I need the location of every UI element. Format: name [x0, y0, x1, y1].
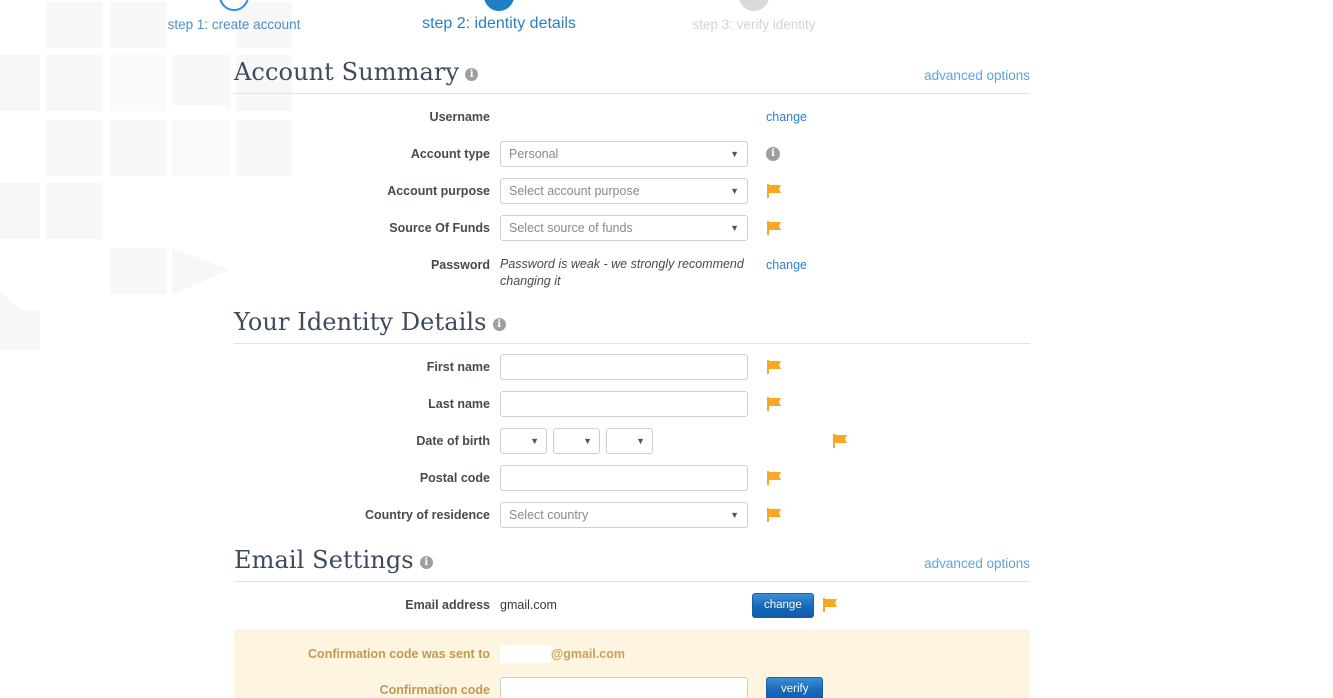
country-select[interactable]: Select country ▼ [500, 502, 748, 528]
row-country-of-residence: Country of residence Select country ▼ [234, 502, 1030, 528]
chevron-down-icon: ▼ [730, 179, 739, 203]
account-type-value: Personal [509, 142, 739, 166]
chevron-down-icon: ▼ [530, 429, 539, 453]
chevron-down-icon: ▼ [636, 429, 645, 453]
confirmation-sent-label: Confirmation code was sent to [234, 641, 500, 667]
dob-day-select[interactable]: ▼ [500, 428, 547, 454]
postal-code-label: Postal code [234, 465, 500, 491]
confirmation-code-input[interactable] [500, 677, 748, 698]
redacted-email-local-part [500, 645, 551, 663]
chevron-down-icon: ▼ [583, 429, 592, 453]
first-name-label: First name [234, 354, 500, 380]
email-change-button[interactable]: change [752, 593, 814, 618]
source-of-funds-select[interactable]: Select source of funds ▼ [500, 215, 748, 241]
dob-month-select[interactable]: ▼ [553, 428, 600, 454]
first-name-input[interactable] [500, 354, 748, 380]
account-summary-header: Account Summary i advanced options [234, 58, 1030, 94]
country-label: Country of residence [234, 502, 500, 528]
email-address-value: gmail.com [500, 592, 690, 618]
flag-icon [766, 396, 783, 412]
account-summary-form: Username change Account type Personal ▼ [234, 94, 1030, 290]
progress-stepper: 1 step 1: create account 2 step 2: ident… [234, 0, 1030, 40]
flag-icon [766, 359, 783, 375]
identity-details-title: Your Identity Details [234, 308, 487, 336]
flag-icon [766, 220, 783, 236]
page-root: 1 step 1: create account 2 step 2: ident… [0, 0, 1333, 698]
step-2-circle: 2 [484, 0, 514, 11]
account-summary-advanced-options-link[interactable]: advanced options [924, 68, 1030, 83]
step-3-label: step 3: verify identity [644, 17, 864, 32]
row-source-of-funds: Source Of Funds Select source of funds ▼ [234, 215, 1030, 241]
flag-icon [832, 433, 849, 449]
flag-icon [822, 597, 839, 613]
step-3-circle: 3 [739, 0, 769, 11]
step-1-circle: 1 [219, 0, 249, 11]
row-account-type: Account type Personal ▼ i [234, 141, 1030, 167]
source-of-funds-label: Source Of Funds [234, 215, 500, 241]
identity-details-form: First name Last name [234, 344, 1030, 528]
row-confirmation-sent: Confirmation code was sent to @gmail.com [234, 641, 1030, 667]
source-of-funds-value: Select source of funds [509, 216, 739, 240]
info-icon[interactable]: i [465, 68, 478, 81]
confirmation-sent-email: @gmail.com [551, 641, 625, 667]
account-summary-title: Account Summary [234, 58, 459, 86]
account-purpose-select[interactable]: Select account purpose ▼ [500, 178, 748, 204]
chevron-down-icon: ▼ [730, 216, 739, 240]
row-first-name: First name [234, 354, 1030, 380]
account-type-label: Account type [234, 141, 500, 167]
step-1-label: step 1: create account [124, 17, 344, 32]
last-name-input[interactable] [500, 391, 748, 417]
email-address-label: Email address [234, 592, 500, 618]
info-icon[interactable]: i [493, 318, 506, 331]
username-label: Username [234, 104, 500, 130]
confirmation-code-label: Confirmation code [234, 677, 500, 698]
info-icon[interactable]: i [420, 556, 433, 569]
email-settings-form: Email address gmail.com change [234, 582, 1030, 618]
row-confirmation-code: Confirmation code verify [234, 677, 1030, 698]
last-name-label: Last name [234, 391, 500, 417]
date-of-birth-label: Date of birth [234, 428, 500, 454]
step-3-number: 3 [741, 0, 767, 9]
password-strength-note: Password is weak - we strongly recommend… [500, 252, 750, 290]
email-settings-header: Email Settings i advanced options [234, 546, 1030, 582]
step-2-number: 2 [486, 0, 512, 9]
postal-code-input[interactable] [500, 465, 748, 491]
username-change-link[interactable]: change [766, 104, 807, 130]
password-label: Password [234, 252, 500, 278]
row-last-name: Last name [234, 391, 1030, 417]
dob-year-select[interactable]: ▼ [606, 428, 653, 454]
country-value: Select country [509, 503, 739, 527]
flag-icon [766, 507, 783, 523]
chevron-down-icon: ▼ [730, 503, 739, 527]
row-account-purpose: Account purpose Select account purpose ▼ [234, 178, 1030, 204]
account-type-select[interactable]: Personal ▼ [500, 141, 748, 167]
password-change-link[interactable]: change [766, 252, 807, 278]
chevron-down-icon: ▼ [730, 142, 739, 166]
flag-icon [766, 183, 783, 199]
email-settings-advanced-options-link[interactable]: advanced options [924, 556, 1030, 571]
row-username: Username change [234, 104, 1030, 130]
step-2-label: step 2: identity details [389, 15, 609, 33]
verify-button[interactable]: verify [766, 677, 823, 698]
row-date-of-birth: Date of birth ▼ ▼ ▼ [234, 428, 1030, 454]
email-settings-title: Email Settings [234, 546, 414, 574]
step-1-number: 1 [221, 0, 247, 9]
account-purpose-label: Account purpose [234, 178, 500, 204]
account-type-info-icon[interactable]: i [766, 147, 780, 161]
flag-icon [766, 470, 783, 486]
account-purpose-value: Select account purpose [509, 179, 739, 203]
content-column: 1 step 1: create account 2 step 2: ident… [234, 0, 1030, 698]
identity-details-header: Your Identity Details i [234, 308, 1030, 344]
row-password: Password Password is weak - we strongly … [234, 252, 1030, 290]
confirmation-banner: Confirmation code was sent to @gmail.com… [234, 629, 1030, 698]
row-email-address: Email address gmail.com change [234, 592, 1030, 618]
row-postal-code: Postal code [234, 465, 1030, 491]
